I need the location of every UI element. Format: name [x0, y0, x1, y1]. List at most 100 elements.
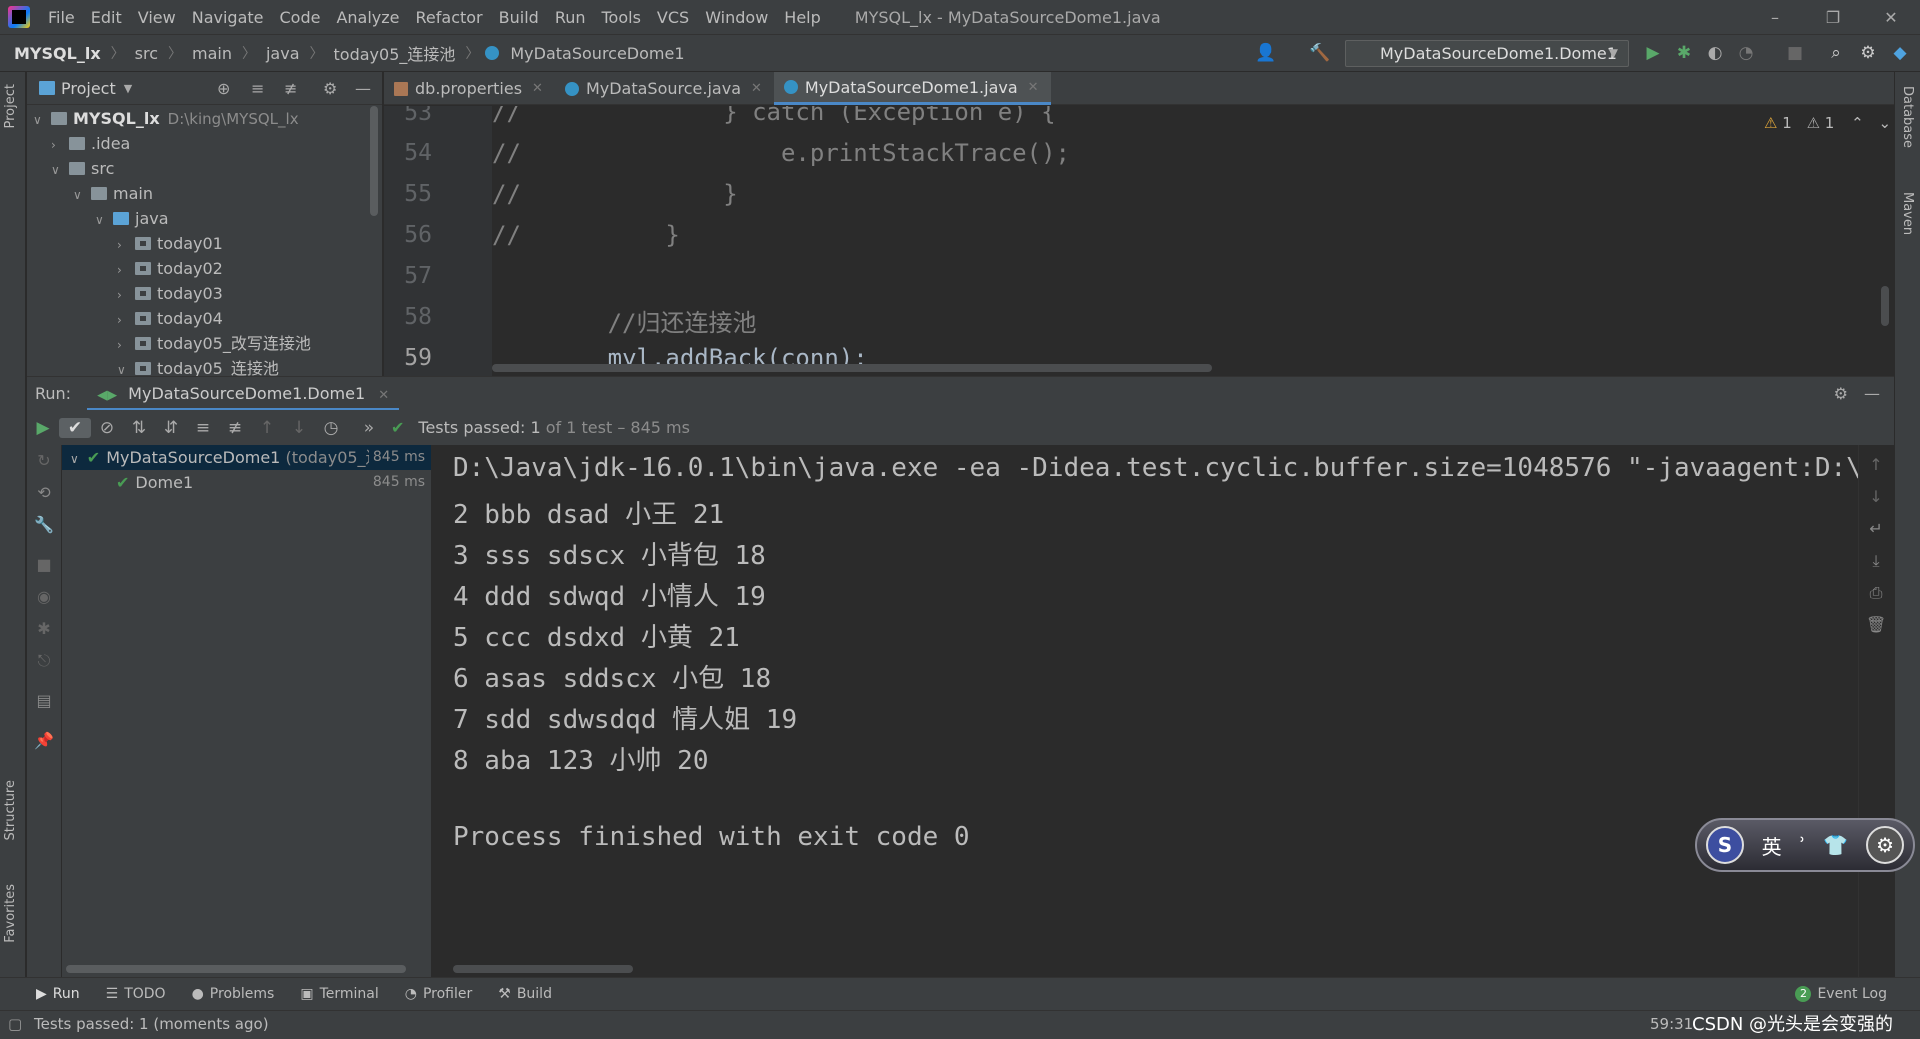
previous-failed-icon[interactable]: ↑ [251, 418, 283, 438]
camera-icon[interactable]: ◉ [34, 587, 54, 607]
settings-gear-icon[interactable]: ⚙ [323, 79, 337, 98]
tree-item-today04[interactable]: › today04 [117, 306, 223, 331]
more-icon[interactable]: » [347, 418, 391, 438]
tree-item-today05-rewrite[interactable]: › today05_改写连接池 [117, 331, 311, 356]
structure-side-tab[interactable]: Structure [3, 780, 18, 840]
trash-icon[interactable]: 🗑 [1866, 615, 1886, 635]
tree-item-main[interactable]: ∨ main [73, 181, 153, 206]
console-horizontal-scrollbar[interactable] [453, 965, 633, 973]
project-panel-title[interactable]: Project [61, 79, 116, 98]
menu-navigate[interactable]: Navigate [184, 0, 272, 35]
ime-language-label[interactable]: 英 [1762, 831, 1782, 860]
close-tab-icon[interactable]: ✕ [1028, 71, 1039, 104]
expand-all-icon[interactable]: ≡ [251, 79, 264, 98]
tree-item-today01[interactable]: › today01 [117, 231, 223, 256]
show-ignored-icon[interactable]: ⊘ [91, 418, 123, 438]
chevron-down-icon[interactable]: ⌄ [1878, 114, 1891, 132]
chevron-up-icon[interactable]: ⌃ [1851, 114, 1864, 132]
ime-toolbar[interactable]: S 英 ʾ 👕 ⚙ [1695, 818, 1915, 872]
coverage-icon[interactable]: ◐ [1705, 43, 1725, 63]
print-icon[interactable]: ⎙ [1866, 583, 1886, 603]
caret-position[interactable]: 59:31 [1650, 1011, 1693, 1038]
breadcrumb-package[interactable]: today05_连接池 [330, 41, 460, 65]
tree-item-root[interactable]: ∨ MYSQL_lx D:\king\MYSQL_lx [33, 106, 299, 131]
close-tab-icon[interactable]: ✕ [532, 72, 543, 105]
code-editor[interactable]: 53 54 55 56 57 58 59 // } catch (Excepti… [384, 106, 1894, 376]
project-side-tab[interactable]: Project [3, 84, 18, 128]
tree-item-today05-pool[interactable]: ∨ today05_连接池 [117, 356, 279, 376]
pin-icon[interactable]: 📌 [34, 731, 54, 751]
menu-build[interactable]: Build [491, 0, 547, 35]
menu-help[interactable]: Help [776, 0, 828, 35]
skin-icon[interactable]: 👕 [1823, 833, 1848, 857]
menu-edit[interactable]: Edit [83, 0, 130, 35]
stop-icon[interactable]: ■ [1785, 43, 1805, 63]
editor-vertical-scrollbar[interactable] [1881, 286, 1889, 326]
close-window-button[interactable]: ✕ [1862, 0, 1920, 35]
tree-item-idea[interactable]: › .idea [51, 131, 130, 156]
tool-problems[interactable]: ● Problems [179, 986, 288, 1002]
breadcrumb-main[interactable]: main [188, 44, 236, 63]
down-arrow-icon[interactable]: ↓ [1866, 487, 1886, 507]
profile-icon[interactable]: ◔ [1736, 43, 1756, 63]
breadcrumb-project[interactable]: MYSQL_lx [0, 44, 105, 63]
tree-horizontal-scrollbar[interactable] [66, 965, 406, 973]
hide-panel-icon[interactable]: — [1864, 384, 1880, 403]
menu-refactor[interactable]: Refactor [408, 0, 491, 35]
menu-run[interactable]: Run [547, 0, 594, 35]
punctuation-icon[interactable]: ʾ [1799, 833, 1805, 857]
breadcrumb-class[interactable]: MyDataSourceDome1 [506, 44, 688, 63]
soft-wrap-icon[interactable]: ↵ [1866, 519, 1886, 539]
event-log-button[interactable]: 2 Event Log [1782, 986, 1900, 1002]
sort-duration-icon[interactable]: ⇵ [155, 418, 187, 438]
tab-mydatasource[interactable]: MyDataSource.java ✕ [555, 72, 774, 105]
wrench-icon[interactable]: 🔧 [34, 515, 54, 535]
expand-all-icon[interactable]: ≡ [187, 418, 219, 438]
menu-window[interactable]: Window [697, 0, 776, 35]
toggle-auto-test-icon[interactable]: ⟲ [34, 483, 54, 503]
inspection-widget[interactable]: ⚠ 1 ⚠ 1 ⌃ ⌄ [1764, 114, 1891, 132]
editor-horizontal-scrollbar[interactable] [492, 364, 1212, 372]
maven-side-tab[interactable]: Maven [1900, 192, 1915, 235]
menu-code[interactable]: Code [272, 0, 329, 35]
breadcrumb-src[interactable]: src [131, 44, 162, 63]
rerun-icon[interactable]: ▶ [27, 418, 59, 438]
tool-run[interactable]: ▶ Run [0, 986, 93, 1002]
console-output[interactable]: D:\Java\jdk-16.0.1\bin\java.exe -ea -Did… [433, 445, 1858, 977]
menu-tools[interactable]: Tools [594, 0, 649, 35]
menu-vcs[interactable]: VCS [649, 0, 697, 35]
rerun-failed-icon[interactable]: ↻ [34, 451, 54, 471]
locate-icon[interactable]: ⊕ [217, 79, 230, 98]
up-arrow-icon[interactable]: ↑ [1866, 455, 1886, 475]
layout-icon[interactable]: ▤ [34, 691, 54, 711]
exit-icon[interactable]: ⎋ [34, 651, 54, 671]
stop-icon[interactable]: ■ [34, 555, 54, 575]
menu-view[interactable]: View [130, 0, 184, 35]
tool-build[interactable]: ⚒ Build [485, 986, 565, 1002]
tree-item-today03[interactable]: › today03 [117, 281, 223, 306]
tool-todo[interactable]: ☰ TODO [93, 986, 179, 1002]
collapse-all-icon[interactable]: ≢ [219, 418, 251, 438]
panel-toggle-icon[interactable]: ▢ [8, 1011, 22, 1038]
collapse-all-icon[interactable]: ≢ [284, 79, 297, 98]
tool-profiler[interactable]: ◔ Profiler [392, 986, 486, 1002]
run-tab[interactable]: ◀▶ MyDataSourceDome1.Dome1 ✕ [87, 377, 400, 411]
settings-gear-icon[interactable]: ⚙ [1866, 826, 1905, 864]
run-icon[interactable]: ▶ [1643, 43, 1663, 63]
history-icon[interactable]: ◷ [315, 418, 347, 438]
tool-terminal[interactable]: ▣ Terminal [287, 986, 391, 1002]
tree-item-java[interactable]: ∨ java [95, 206, 169, 231]
run-configuration-select[interactable]: MyDataSourceDome1.Dome1 ▼ [1345, 40, 1629, 67]
chevron-down-icon[interactable]: ▼ [124, 82, 132, 95]
tab-mydatasourcedome1[interactable]: MyDataSourceDome1.java ✕ [773, 71, 1051, 105]
test-case-row[interactable]: ✔ Dome1 845 ms [62, 470, 431, 495]
test-suite-row[interactable]: ∨ ✔ MyDataSourceDome1 (today05_连接 845 ms [62, 445, 431, 470]
build-hammer-icon[interactable]: 🔨 [1309, 43, 1330, 63]
tab-db-properties[interactable]: db.properties ✕ [384, 72, 555, 105]
project-scrollbar[interactable] [370, 106, 378, 216]
menu-analyze[interactable]: Analyze [328, 0, 407, 35]
sort-alpha-icon[interactable]: ⇅ [123, 418, 155, 438]
menu-file[interactable]: File [40, 0, 83, 35]
breadcrumb-java[interactable]: java [262, 44, 304, 63]
toolbox-icon[interactable]: ◆ [1890, 43, 1910, 63]
